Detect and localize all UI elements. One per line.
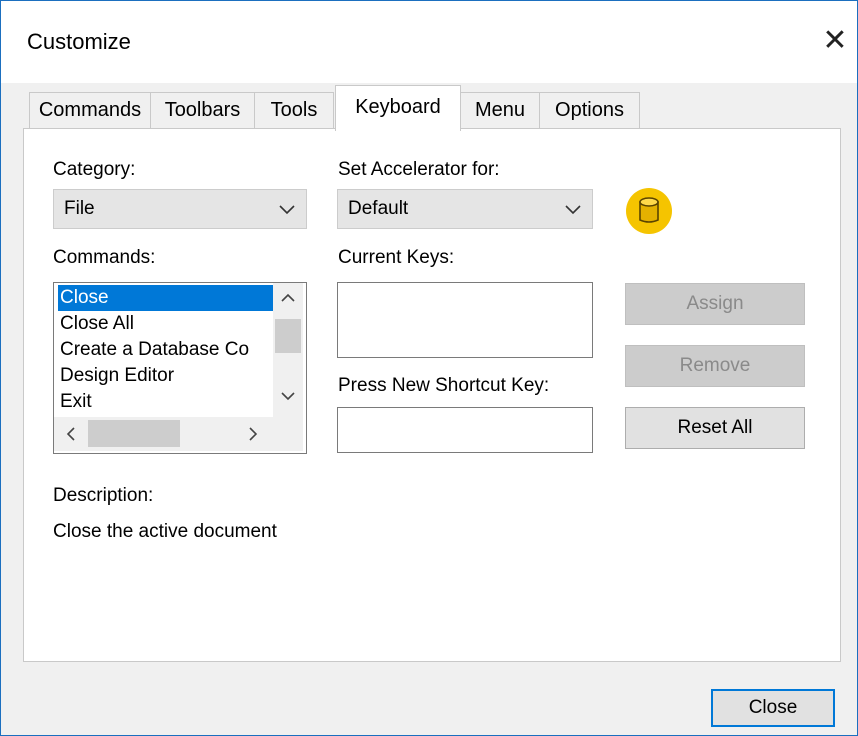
category-value: File [64, 198, 95, 219]
current-keys-label: Current Keys: [338, 247, 455, 268]
list-item[interactable]: Exit [58, 389, 274, 415]
database-icon [625, 187, 673, 235]
horizontal-scrollbar[interactable] [54, 417, 273, 451]
scroll-right-icon[interactable] [246, 426, 260, 447]
tab-tools[interactable]: Tools [254, 92, 334, 128]
list-item[interactable]: Design Editor [58, 363, 274, 389]
accelerator-value: Default [348, 198, 409, 219]
title-bar: Customize ✕ [1, 1, 857, 83]
close-window-icon[interactable]: ✕ [815, 19, 855, 63]
remove-button[interactable]: Remove [625, 345, 805, 387]
horizontal-scroll-thumb[interactable] [88, 420, 180, 447]
tab-menu[interactable]: Menu [460, 92, 540, 128]
shortcut-label: Press New Shortcut Key: [338, 375, 550, 396]
accelerator-label: Set Accelerator for: [338, 159, 500, 180]
tab-toolbars[interactable]: Toolbars [150, 92, 255, 128]
scrollbar-corner [273, 417, 303, 451]
category-select[interactable]: File [53, 189, 307, 229]
commands-listbox[interactable]: Close Close All Create a Database Co Des… [53, 282, 307, 454]
tab-commands[interactable]: Commands [29, 92, 151, 128]
category-label: Category: [53, 159, 136, 180]
window-title: Customize [27, 29, 131, 54]
assign-button[interactable]: Assign [625, 283, 805, 325]
vertical-scroll-thumb[interactable] [275, 319, 301, 353]
reset-all-button[interactable]: Reset All [625, 407, 805, 449]
commands-label: Commands: [53, 247, 156, 268]
description-text: Close the active document [53, 521, 277, 542]
accelerator-select[interactable]: Default [337, 189, 593, 229]
chevron-down-icon [278, 198, 296, 225]
tab-keyboard[interactable]: Keyboard [335, 85, 461, 131]
current-keys-listbox[interactable] [337, 282, 593, 358]
scroll-left-icon[interactable] [64, 426, 78, 447]
vertical-scrollbar[interactable] [273, 283, 303, 417]
list-item[interactable]: Create a Database Co [58, 337, 274, 363]
customize-dialog: Customize ✕ Commands Toolbars Tools Keyb… [0, 0, 858, 736]
description-label: Description: [53, 485, 154, 506]
scroll-up-icon[interactable] [280, 291, 296, 310]
close-button[interactable]: Close [711, 689, 835, 727]
chevron-down-icon [564, 198, 582, 225]
scroll-down-icon[interactable] [280, 389, 296, 408]
shortcut-key-input[interactable] [337, 407, 593, 453]
list-item[interactable]: Close [58, 285, 274, 311]
tab-options[interactable]: Options [539, 92, 640, 128]
list-item[interactable]: Close All [58, 311, 274, 337]
